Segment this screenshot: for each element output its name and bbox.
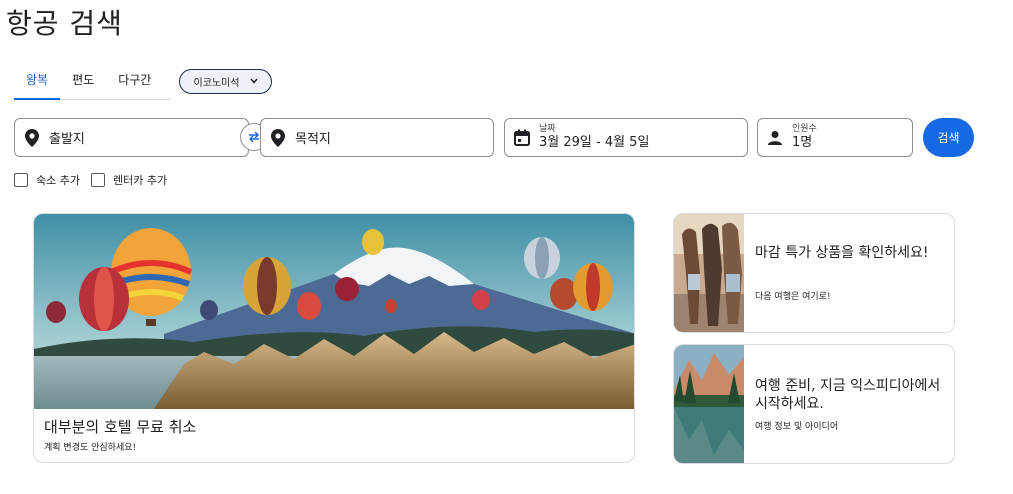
swap-icon bbox=[247, 128, 261, 147]
origin-placeholder: 출발지 bbox=[49, 132, 85, 147]
tab-one-way[interactable]: 편도 bbox=[60, 66, 106, 100]
travelers-field[interactable]: 인원수 1명 bbox=[757, 118, 913, 157]
free-cancellation-promo-card[interactable]: 대부분의 호텔 무료 취소 계획 변경도 안심하세요! bbox=[33, 213, 635, 463]
hero-promo-subtitle: 계획 변경도 안심하세요! bbox=[44, 443, 137, 453]
travelers-label: 인원수 bbox=[792, 124, 817, 135]
add-car-label: 렌터카 추가 bbox=[112, 174, 168, 187]
origin-field[interactable]: 출발지 bbox=[14, 118, 249, 157]
dates-label: 날짜 bbox=[539, 124, 556, 135]
trip-planning-card[interactable]: 여행 준비, 지금 익스피디아에서 시작하세요. 여행 정보 및 아이디어 bbox=[673, 344, 955, 464]
trip-planning-subtitle: 여행 정보 및 아이디어 bbox=[755, 422, 839, 432]
mountain-lake-image bbox=[674, 345, 744, 463]
dates-value: 3월 29일 - 4월 5일 bbox=[539, 135, 650, 151]
search-button[interactable]: 검색 bbox=[923, 118, 974, 157]
add-stay-checkbox[interactable]: 숙소 추가 bbox=[14, 172, 80, 188]
location-pin-icon bbox=[15, 128, 49, 147]
checkbox-box[interactable] bbox=[14, 173, 28, 187]
page-title: 항공 검색 bbox=[6, 7, 123, 40]
last-minute-deals-title: 마감 특가 상품을 확인하세요! bbox=[755, 245, 929, 261]
friends-on-beach-image bbox=[674, 214, 744, 332]
chevron-down-icon bbox=[249, 77, 258, 87]
cabin-class-dropdown[interactable]: 이코노미석 bbox=[179, 69, 272, 94]
addons-row: 숙소 추가 렌터카 추가 bbox=[14, 172, 167, 188]
dates-field[interactable]: 날짜 3월 29일 - 4월 5일 bbox=[504, 118, 748, 157]
travelers-value: 1명 bbox=[792, 135, 813, 151]
trip-type-tabs: 왕복 편도 다구간 bbox=[14, 66, 170, 100]
calendar-icon bbox=[505, 129, 539, 146]
hero-promo-title: 대부분의 호텔 무료 취소 bbox=[44, 418, 197, 436]
tab-round-trip[interactable]: 왕복 bbox=[14, 66, 61, 100]
last-minute-deals-card[interactable]: 마감 특가 상품을 확인하세요! 다음 여행은 여기로! bbox=[673, 213, 955, 333]
destination-placeholder: 목적지 bbox=[295, 132, 331, 147]
last-minute-deals-subtitle: 다음 여행은 여기로! bbox=[755, 292, 831, 302]
trip-planning-title: 여행 준비, 지금 익스피디아에서 시작하세요. bbox=[755, 378, 941, 412]
cabin-class-label: 이코노미석 bbox=[193, 78, 240, 89]
checkbox-box[interactable] bbox=[90, 173, 105, 187]
add-car-checkbox[interactable]: 렌터카 추가 bbox=[90, 172, 168, 188]
location-pin-icon bbox=[261, 128, 295, 147]
destination-field[interactable]: 목적지 bbox=[260, 118, 494, 157]
person-icon bbox=[758, 130, 792, 146]
balloons-over-mount-fuji-image bbox=[34, 214, 634, 409]
tab-multi-city[interactable]: 다구간 bbox=[106, 66, 163, 100]
add-stay-label: 숙소 추가 bbox=[36, 174, 80, 187]
